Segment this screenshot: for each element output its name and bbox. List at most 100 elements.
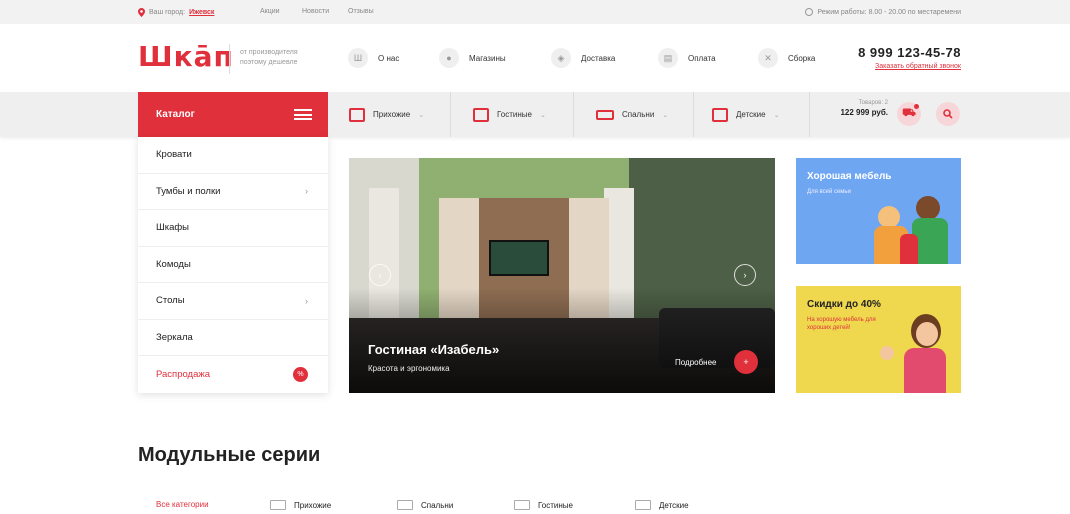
search-icon — [943, 109, 953, 119]
catalog-item-beds[interactable]: Кровати — [138, 137, 328, 174]
phone-number[interactable]: 8 999 123-45-78 — [858, 45, 961, 60]
menu-item-label: Детские — [736, 110, 766, 119]
link-promotions[interactable]: Акции — [260, 8, 280, 15]
city-label: Ваш город: — [149, 9, 186, 16]
location-icon: ● — [439, 48, 459, 68]
catalog-item-dressers[interactable]: Комоды — [138, 247, 328, 283]
promo-title: Скидки до 40% — [807, 299, 881, 310]
chevron-down-icon: ⌄ — [540, 111, 546, 119]
chevron-down-icon: ⌄ — [418, 111, 425, 119]
menu-item-kids[interactable]: Детские ⌄ — [694, 92, 810, 137]
link-news[interactable]: Новости — [302, 8, 329, 15]
tab-hallways[interactable]: Прихожие — [270, 500, 331, 510]
chevron-down-icon: ⌄ — [773, 111, 780, 119]
slide-title: Гостиная «Изабель» — [368, 342, 500, 357]
cart-summary[interactable]: Товаров: 2 122 999 руб. — [830, 100, 888, 117]
menu-item-living-rooms[interactable]: Гостиные ⌄ — [451, 92, 574, 137]
family-illustration — [900, 234, 918, 264]
catalog-dropdown: Кровати Тумбы и полки › Шкафы Комоды Стол… — [138, 137, 328, 393]
catalog-item-mirrors[interactable]: Зеркала — [138, 320, 328, 356]
catalog-item-nightstands[interactable]: Тумбы и полки › — [138, 174, 328, 210]
slide-more-button[interactable]: + — [734, 350, 758, 374]
girl-illustration — [904, 348, 946, 393]
callback-link[interactable]: Заказать обратный звонок — [858, 63, 961, 70]
nav-payment-label: Оплата — [688, 53, 716, 63]
nav-assembly[interactable]: ✕ Сборка — [758, 48, 815, 68]
cart-button[interactable]: ⛟ — [897, 102, 921, 126]
chevron-right-icon: › — [305, 186, 308, 197]
slider-next-button[interactable]: › — [734, 264, 756, 286]
menu-item-label: Прихожие — [373, 110, 411, 119]
nav-about-label: О нас — [378, 53, 400, 63]
hallway-icon — [270, 500, 286, 510]
menu-item-hallways[interactable]: Прихожие ⌄ — [349, 92, 451, 137]
catalog-item-label: Кровати — [156, 149, 192, 161]
bed-icon — [596, 109, 614, 120]
chevron-left-icon: ‹ — [378, 270, 382, 280]
living-room-icon — [514, 500, 530, 510]
nav-delivery[interactable]: ◈ Доставка — [551, 48, 615, 68]
menu-item-bedrooms[interactable]: Спальни ⌄ — [574, 92, 694, 137]
phone-block: 8 999 123-45-78 Заказать обратный звонок — [858, 45, 961, 70]
bunk-bed-icon — [635, 500, 651, 510]
cart-notification-dot — [914, 104, 919, 109]
catalog-item-sale[interactable]: Распродажа% — [138, 356, 328, 393]
slide-more-link[interactable]: Подробнее — [675, 358, 717, 367]
link-reviews[interactable]: Отзывы — [348, 8, 374, 15]
catalog-item-label: Столы — [156, 295, 185, 307]
promo-title: Хорошая мебель — [807, 171, 892, 182]
city-link[interactable]: Ижевск — [189, 9, 214, 16]
promo-kids-sale[interactable]: Скидки до 40% На хорошую мебель для хоро… — [796, 286, 961, 393]
bunk-bed-icon — [712, 107, 728, 122]
promo-subtitle: На хорошую мебель для хороших детей! — [807, 317, 876, 331]
clock-icon — [805, 8, 814, 16]
slider-prev-button[interactable]: ‹ — [369, 264, 391, 286]
family-illustration — [916, 196, 940, 220]
menu-item-label: Гостиные — [497, 110, 532, 119]
nav-stores[interactable]: ● Магазины — [439, 48, 506, 68]
logo[interactable]: Шкāп — [138, 40, 234, 73]
tab-bedrooms[interactable]: Спальни — [397, 500, 453, 510]
nav-payment[interactable]: ▤ Оплата — [658, 48, 716, 68]
catalog-item-label: Шкафы — [156, 222, 189, 234]
tools-icon: ✕ — [758, 48, 778, 68]
catalog-item-label: Тумбы и полки — [156, 185, 221, 197]
promo-family[interactable]: Хорошая мебель Для всей семьи — [796, 158, 961, 264]
hero-slider[interactable]: ‹ › Гостиная «Изабель» Красота и эргоном… — [349, 158, 775, 393]
nav-assembly-label: Сборка — [788, 53, 816, 63]
tab-kids[interactable]: Детские — [635, 500, 689, 510]
cart-count: Товаров: 2 — [858, 100, 888, 106]
catalog-button[interactable]: Каталог — [138, 92, 328, 137]
slide-image-tv — [489, 240, 549, 276]
menu-item-label: Спальни — [622, 110, 655, 119]
living-room-icon — [473, 107, 489, 122]
top-bar: Ваш город: Ижевск Акции Новости Отзывы Р… — [0, 0, 1070, 24]
girl-illustration — [916, 322, 938, 346]
catalog-item-label: Распродажа — [156, 368, 211, 380]
hallway-icon — [349, 107, 365, 122]
catalog-item-label: Зеркала — [156, 331, 193, 343]
nav-about[interactable]: Ш О нас — [348, 48, 399, 68]
tab-label: Прихожие — [294, 500, 332, 510]
tagline: от производителя поэтому дешевле — [240, 49, 298, 66]
girl-illustration — [880, 346, 894, 360]
family-illustration — [878, 206, 900, 228]
tab-label: Все категории — [156, 500, 209, 509]
nav-delivery-label: Доставка — [581, 53, 616, 63]
tab-label: Детские — [659, 500, 689, 510]
search-button[interactable] — [936, 102, 960, 126]
tab-label: Гостиные — [538, 500, 573, 510]
bed-icon — [397, 500, 413, 510]
catalog-item-tables[interactable]: Столы › — [138, 283, 328, 320]
nav-stores-label: Магазины — [469, 53, 506, 63]
tab-all-categories[interactable]: Все категории — [156, 500, 209, 509]
about-icon: Ш — [348, 48, 368, 68]
city-selector[interactable]: Ваш город: Ижевск — [138, 8, 214, 17]
tab-living-rooms[interactable]: Гостиные — [514, 500, 573, 510]
catalog-item-wardrobes[interactable]: Шкафы — [138, 210, 328, 247]
wallet-icon: ▤ — [658, 48, 678, 68]
box-icon: ◈ — [551, 48, 571, 68]
sale-badge: % — [293, 366, 308, 382]
slide-overlay — [349, 288, 775, 393]
location-pin-icon — [138, 8, 145, 17]
